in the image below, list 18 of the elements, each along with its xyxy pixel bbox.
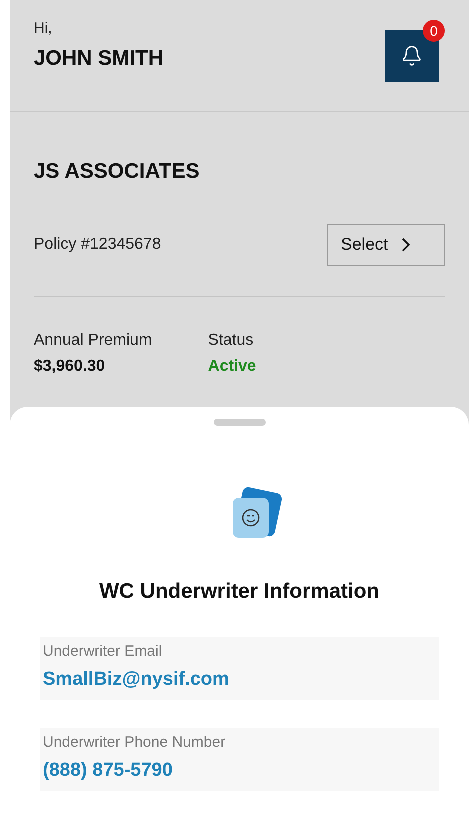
field-label: Underwriter Phone Number — [43, 733, 227, 753]
policy-number: Policy #12345678 — [34, 234, 162, 254]
bell-icon — [401, 45, 423, 67]
account-name: JS ASSOCIATES — [34, 159, 201, 185]
user-name: JOHN SMITH — [34, 46, 164, 72]
field-link[interactable]: (888) 875-5790 — [43, 756, 436, 785]
sheet-title: WC Underwriter Information — [99, 578, 380, 604]
premium-amount: $3,960.30 — [34, 356, 106, 376]
status-label: Status — [208, 330, 255, 350]
notification-count: 0 — [423, 20, 445, 42]
drag-handle[interactable] — [214, 418, 266, 426]
status-value: Active — [208, 356, 256, 376]
greeting: Hi, — [34, 19, 54, 39]
field-label: Underwriter Email — [43, 642, 164, 662]
chevron-right-icon — [402, 238, 410, 252]
select-button[interactable]: Select — [327, 224, 445, 266]
premium-label: Annual Premium — [34, 330, 152, 350]
field-link[interactable]: SmallBiz@nysif.com — [43, 666, 436, 694]
